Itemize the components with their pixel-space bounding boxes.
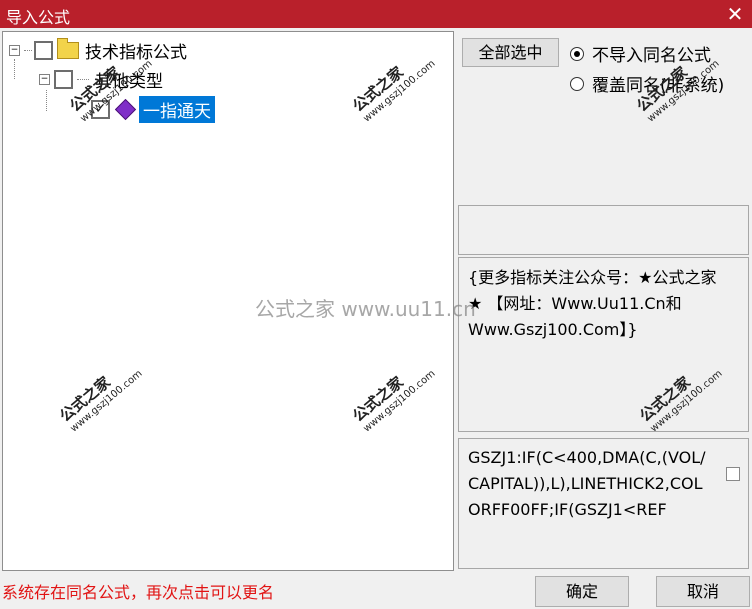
radio-icon[interactable] — [570, 76, 584, 91]
window-title: 导入公式 — [6, 8, 71, 27]
code-text: GSZJ1:IF(C<400,DMA(C,(VOL/CAPITAL)),L),L… — [468, 448, 706, 519]
tree-label-selected: 一指通天 — [139, 95, 215, 123]
status-message: 系统存在同名公式，再次点击可以更名 — [2, 583, 275, 602]
tree-node-root[interactable]: − 技术指标公式 — [9, 37, 187, 63]
formula-icon — [114, 98, 137, 120]
folder-icon — [57, 37, 79, 59]
watermark-center: 公式之家 www.uu11.cn — [255, 297, 476, 321]
tree-line — [46, 90, 47, 111]
radio-selected-icon[interactable] — [570, 46, 584, 61]
cancel-button[interactable]: 取消 — [656, 576, 750, 607]
description-box — [458, 205, 749, 255]
close-button[interactable]: ✕ — [724, 3, 746, 25]
tree-line — [24, 49, 32, 51]
code-preview[interactable]: GSZJ1:IF(C<400,DMA(C,(VOL/CAPITAL)),L),L… — [458, 438, 749, 569]
title-bar: 导入公式 ✕ — [0, 0, 752, 28]
checkbox[interactable] — [34, 40, 53, 60]
checkbox[interactable] — [54, 69, 73, 89]
checkbox[interactable] — [726, 467, 740, 481]
collapse-icon[interactable]: − — [9, 44, 20, 56]
collapse-icon[interactable]: − — [39, 73, 50, 85]
info-text: {更多指标关注公众号：★公式之家★ 【网址：Www.Uu11.Cn和Www.Gs… — [468, 268, 717, 339]
tree-line — [14, 59, 15, 79]
tree-line — [77, 78, 89, 80]
info-box: {更多指标关注公众号：★公式之家★ 【网址：Www.Uu11.Cn和Www.Gs… — [458, 257, 749, 432]
ok-button[interactable]: 确定 — [535, 576, 629, 607]
select-all-button[interactable]: 全部选中 — [462, 38, 559, 67]
